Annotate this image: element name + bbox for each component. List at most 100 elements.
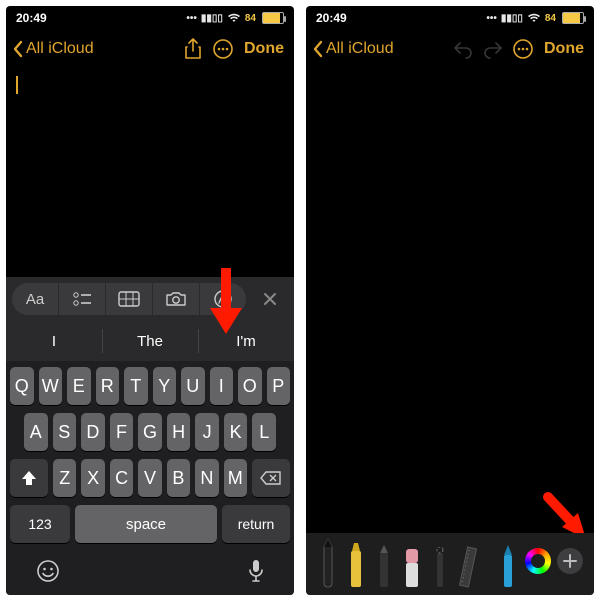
- status-time: 20:49: [316, 11, 482, 25]
- table-button[interactable]: [106, 283, 152, 315]
- screenshot-right: 20:49 ••• ▮▮▯▯ 84 All iCloud Done: [306, 6, 594, 595]
- back-button[interactable]: All iCloud: [312, 40, 394, 58]
- share-button[interactable]: [178, 38, 208, 60]
- more-button[interactable]: [508, 38, 538, 60]
- format-text-button[interactable]: Aa: [12, 283, 58, 315]
- emoji-button[interactable]: [36, 559, 60, 583]
- key-n[interactable]: N: [195, 459, 218, 497]
- more-button[interactable]: [208, 38, 238, 60]
- numbers-key[interactable]: 123: [10, 505, 70, 543]
- signal-icon: ▮▮▯▯: [501, 13, 523, 24]
- wifi-icon: [227, 13, 241, 23]
- key-v[interactable]: V: [138, 459, 161, 497]
- eraser-tool[interactable]: [401, 549, 423, 589]
- markup-button[interactable]: [200, 283, 246, 315]
- key-t[interactable]: T: [124, 367, 148, 405]
- redo-button[interactable]: [478, 39, 508, 59]
- shift-key[interactable]: [10, 459, 48, 497]
- keyboard-toolbar: Aa: [6, 277, 294, 321]
- undo-button[interactable]: [448, 39, 478, 59]
- done-button[interactable]: Done: [244, 40, 284, 58]
- back-label: All iCloud: [26, 40, 94, 58]
- battery-icon: [562, 12, 584, 24]
- screenshot-left: 20:49 ••• ▮▮▯▯ 84 All iCloud Done Aa: [6, 6, 294, 595]
- more-circle-icon: [212, 38, 234, 60]
- checklist-button[interactable]: [59, 283, 105, 315]
- return-key[interactable]: return: [222, 505, 290, 543]
- text-cursor: [16, 76, 18, 94]
- done-button[interactable]: Done: [544, 40, 584, 58]
- delete-icon: [260, 471, 282, 485]
- dismiss-toolbar-button[interactable]: [252, 291, 288, 307]
- key-f[interactable]: F: [110, 413, 134, 451]
- battery-icon: [262, 12, 284, 24]
- nav-bar: All iCloud Done: [306, 30, 594, 68]
- key-z[interactable]: Z: [53, 459, 76, 497]
- more-circle-icon: [512, 38, 534, 60]
- key-e[interactable]: E: [67, 367, 91, 405]
- key-r[interactable]: R: [96, 367, 120, 405]
- emoji-icon: [36, 559, 60, 583]
- key-y[interactable]: Y: [153, 367, 177, 405]
- key-i[interactable]: I: [210, 367, 234, 405]
- chevron-left-icon: [312, 40, 324, 58]
- ruler-tool[interactable]: [457, 549, 491, 589]
- keyboard[interactable]: Q W E R T Y U I O P A S D F G H J K L Z: [6, 361, 294, 595]
- add-tool-button[interactable]: [557, 548, 583, 574]
- key-h[interactable]: H: [167, 413, 191, 451]
- camera-button[interactable]: [153, 283, 199, 315]
- drawing-canvas[interactable]: [306, 68, 594, 533]
- shift-icon: [20, 470, 38, 486]
- key-u[interactable]: U: [181, 367, 205, 405]
- status-time: 20:49: [16, 11, 182, 25]
- key-c[interactable]: C: [110, 459, 133, 497]
- nav-bar: All iCloud Done: [6, 30, 294, 68]
- space-key[interactable]: space: [75, 505, 217, 543]
- delete-key[interactable]: [252, 459, 290, 497]
- key-s[interactable]: S: [53, 413, 77, 451]
- suggestion-2[interactable]: The: [102, 321, 198, 361]
- suggestion-3[interactable]: I'm: [198, 321, 294, 361]
- chevron-left-icon: [12, 40, 24, 58]
- key-o[interactable]: O: [238, 367, 262, 405]
- pen-tool[interactable]: [317, 539, 339, 589]
- key-d[interactable]: D: [81, 413, 105, 451]
- markup-icon: [213, 289, 233, 309]
- pencil-tool[interactable]: [373, 545, 395, 589]
- status-bar: 20:49 ••• ▮▮▯▯ 84: [6, 6, 294, 30]
- key-q[interactable]: Q: [10, 367, 34, 405]
- key-b[interactable]: B: [167, 459, 190, 497]
- key-p[interactable]: P: [267, 367, 291, 405]
- key-k[interactable]: K: [224, 413, 248, 451]
- key-a[interactable]: A: [24, 413, 48, 451]
- color-picker[interactable]: [525, 548, 551, 574]
- mic-icon: [248, 559, 264, 583]
- key-l[interactable]: L: [252, 413, 276, 451]
- undo-icon: [452, 39, 474, 59]
- suggestion-1[interactable]: I: [6, 321, 102, 361]
- status-bar: 20:49 ••• ▮▮▯▯ 84: [306, 6, 594, 30]
- camera-icon: [165, 291, 187, 307]
- redo-icon: [482, 39, 504, 59]
- close-icon: [262, 291, 278, 307]
- note-editor[interactable]: [6, 68, 294, 277]
- key-m[interactable]: M: [224, 459, 247, 497]
- keyboard-bottom-row: [10, 551, 290, 591]
- table-icon: [118, 291, 140, 307]
- wifi-icon: [527, 13, 541, 23]
- plus-icon: [563, 554, 577, 568]
- lasso-tool[interactable]: [429, 547, 451, 589]
- mic-button[interactable]: [248, 559, 264, 583]
- battery-percent: 84: [545, 13, 556, 24]
- status-cell-dots: •••: [486, 13, 497, 24]
- share-icon: [184, 38, 202, 60]
- key-w[interactable]: W: [39, 367, 63, 405]
- back-button[interactable]: All iCloud: [12, 40, 94, 58]
- key-g[interactable]: G: [138, 413, 162, 451]
- marker-tool[interactable]: [345, 543, 367, 589]
- checklist-icon: [72, 292, 92, 306]
- crayon-tool[interactable]: [497, 545, 519, 589]
- back-label: All iCloud: [326, 40, 394, 58]
- key-j[interactable]: J: [195, 413, 219, 451]
- key-x[interactable]: X: [81, 459, 104, 497]
